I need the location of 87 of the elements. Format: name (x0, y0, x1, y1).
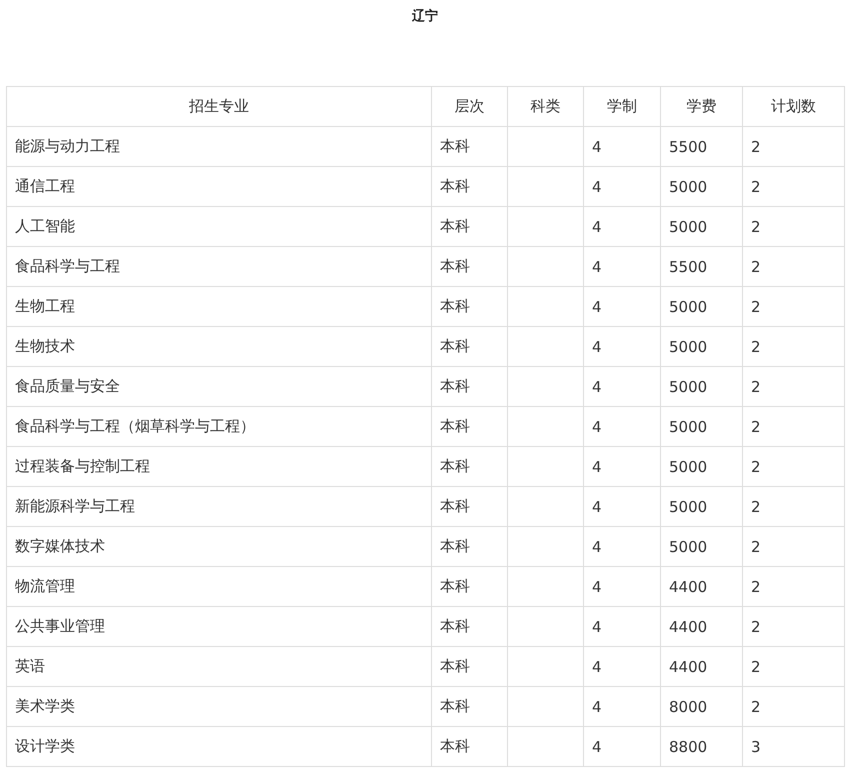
fee-cell: 8000 (660, 686, 742, 726)
quota-cell: 2 (742, 646, 844, 686)
fee-cell: 5000 (660, 486, 742, 526)
level-cell: 本科 (432, 646, 508, 686)
fee-cell: 5000 (660, 166, 742, 206)
duration-cell: 4 (584, 246, 660, 286)
quota-cell: 2 (742, 686, 844, 726)
fee-cell: 4400 (660, 606, 742, 646)
level-cell: 本科 (432, 566, 508, 606)
major-cell: 过程装备与控制工程 (6, 446, 432, 486)
duration-cell: 4 (584, 126, 660, 166)
column-header: 招生专业 (6, 86, 432, 126)
duration-cell: 4 (584, 326, 660, 366)
major-cell: 新能源科学与工程 (6, 486, 432, 526)
duration-cell: 4 (584, 446, 660, 486)
duration-cell: 4 (584, 486, 660, 526)
major-cell: 生物工程 (6, 286, 432, 326)
column-header: 层次 (432, 86, 508, 126)
level-cell: 本科 (432, 526, 508, 566)
level-cell: 本科 (432, 246, 508, 286)
column-header: 计划数 (742, 86, 844, 126)
fee-cell: 5500 (660, 126, 742, 166)
quota-cell: 2 (742, 206, 844, 246)
column-header: 学费 (660, 86, 742, 126)
level-cell: 本科 (432, 726, 508, 766)
fee-cell: 5000 (660, 326, 742, 366)
fee-cell: 5000 (660, 206, 742, 246)
major-cell: 物流管理 (6, 566, 432, 606)
major-cell: 食品科学与工程（烟草科学与工程） (6, 406, 432, 446)
duration-cell: 4 (584, 206, 660, 246)
level-cell: 本科 (432, 606, 508, 646)
duration-cell: 4 (584, 406, 660, 446)
fee-cell: 5000 (660, 406, 742, 446)
fee-cell: 4400 (660, 566, 742, 606)
quota-cell: 2 (742, 366, 844, 406)
fee-cell: 5000 (660, 366, 742, 406)
quota-cell: 2 (742, 166, 844, 206)
major-cell: 食品质量与安全 (6, 366, 432, 406)
fee-cell: 5500 (660, 246, 742, 286)
level-cell: 本科 (432, 366, 508, 406)
level-cell: 本科 (432, 126, 508, 166)
duration-cell: 4 (584, 606, 660, 646)
major-cell: 生物技术 (6, 326, 432, 366)
fee-cell: 8800 (660, 726, 742, 766)
major-cell: 人工智能 (6, 206, 432, 246)
major-cell: 通信工程 (6, 166, 432, 206)
major-cell: 数字媒体技术 (6, 526, 432, 566)
level-cell: 本科 (432, 326, 508, 366)
duration-cell: 4 (584, 286, 660, 326)
major-cell: 设计学类 (6, 726, 432, 766)
major-cell: 食品科学与工程 (6, 246, 432, 286)
fee-cell: 4400 (660, 646, 742, 686)
duration-cell: 4 (584, 686, 660, 726)
major-cell: 美术学类 (6, 686, 432, 726)
fee-cell: 5000 (660, 286, 742, 326)
quota-cell: 2 (742, 406, 844, 446)
major-cell: 能源与动力工程 (6, 126, 432, 166)
major-cell: 公共事业管理 (6, 606, 432, 646)
level-cell: 本科 (432, 686, 508, 726)
duration-cell: 4 (584, 566, 660, 606)
duration-cell: 4 (584, 166, 660, 206)
level-cell: 本科 (432, 166, 508, 206)
quota-cell: 2 (742, 446, 844, 486)
major-cell: 英语 (6, 646, 432, 686)
duration-cell: 4 (584, 726, 660, 766)
duration-cell: 4 (584, 366, 660, 406)
duration-cell: 4 (584, 646, 660, 686)
level-cell: 本科 (432, 286, 508, 326)
fee-cell: 5000 (660, 526, 742, 566)
level-cell: 本科 (432, 446, 508, 486)
quota-cell: 2 (742, 326, 844, 366)
fee-cell: 5000 (660, 446, 742, 486)
quota-cell: 2 (742, 246, 844, 286)
level-cell: 本科 (432, 486, 508, 526)
quota-cell: 2 (742, 286, 844, 326)
column-header: 科类 (508, 86, 584, 126)
quota-cell: 2 (742, 486, 844, 526)
quota-cell: 2 (742, 526, 844, 566)
duration-cell: 4 (584, 526, 660, 566)
quota-cell: 2 (742, 566, 844, 606)
level-cell: 本科 (432, 206, 508, 246)
quota-cell: 3 (742, 726, 844, 766)
column-header: 学制 (584, 86, 660, 126)
quota-cell: 2 (742, 606, 844, 646)
page-title: 辽宁 (412, 8, 438, 26)
quota-cell: 2 (742, 126, 844, 166)
level-cell: 本科 (432, 406, 508, 446)
